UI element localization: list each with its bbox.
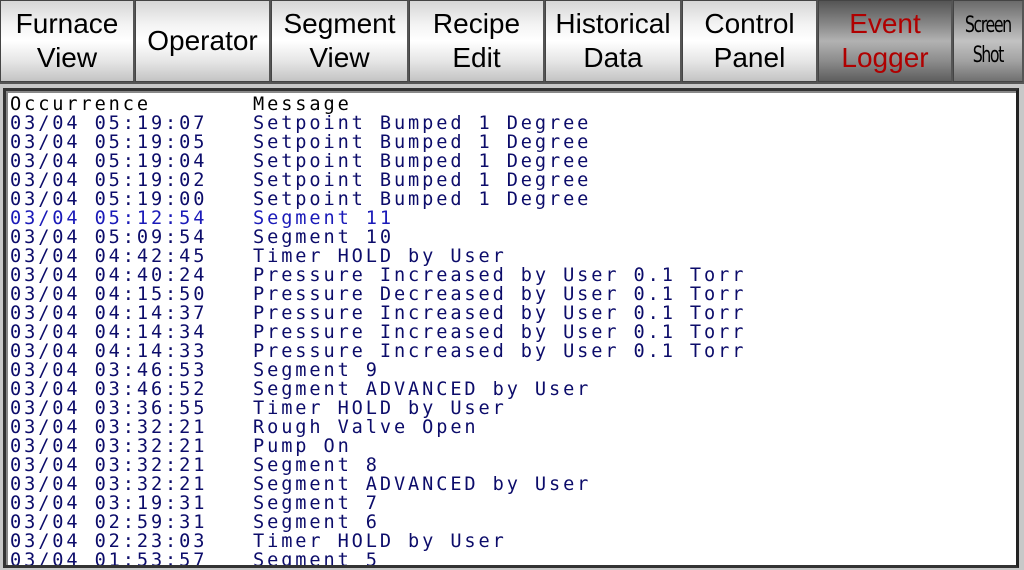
event-log-row[interactable]: 03/04 04:40:24 Pressure Increased by User… <box>10 266 746 285</box>
event-log-row[interactable]: 03/04 03:36:55 Timer HOLD by User <box>10 399 746 418</box>
occurrence-cell: 03/04 04:42:45 <box>10 246 208 267</box>
message-cell: Segment 11 <box>253 208 394 229</box>
event-log-row[interactable]: 03/04 05:12:54 Segment 11 <box>10 209 746 228</box>
control-panel-button[interactable]: Control Panel <box>682 0 818 82</box>
occurrence-cell: 03/04 05:19:07 <box>10 113 208 134</box>
occurrence-cell: 03/04 03:46:52 <box>10 379 208 400</box>
occurrence-cell: 03/04 05:12:54 <box>10 208 208 229</box>
message-cell: Pressure Increased by User 0.1 Torr <box>253 341 747 362</box>
event-log-row[interactable]: 03/04 02:23:03 Timer HOLD by User <box>10 532 746 551</box>
occurrence-cell: 03/04 05:19:05 <box>10 132 208 153</box>
message-cell: Setpoint Bumped 1 Degree <box>253 132 592 153</box>
message-cell: Setpoint Bumped 1 Degree <box>253 189 592 210</box>
recipe-edit-button[interactable]: Recipe Edit <box>409 0 545 82</box>
occurrence-cell: 03/04 02:59:31 <box>10 512 208 533</box>
message-cell: Segment 10 <box>253 227 394 248</box>
event-log-frame: Occurrence Message 03/04 05:19:07 Setpoin… <box>0 82 1024 570</box>
message-cell: Timer HOLD by User <box>253 398 507 419</box>
occurrence-cell: 03/04 05:09:54 <box>10 227 208 248</box>
segment-view-button[interactable]: Segment View <box>271 0 409 82</box>
occurrence-cell: 03/04 03:32:21 <box>10 417 208 438</box>
event-log-row[interactable]: 03/04 01:53:57 Segment 5 <box>10 550 746 568</box>
message-cell: Segment 9 <box>253 360 380 381</box>
event-log-row[interactable]: 03/04 03:32:21 Pump On <box>10 437 746 456</box>
nav-bar: Furnace View Operator Segment View Recip… <box>0 0 1024 82</box>
screen-shot-button[interactable]: Screen Shot <box>953 0 1024 82</box>
event-log-row[interactable]: 03/04 03:32:21 Segment ADVANCED by User <box>10 475 746 494</box>
occurrence-cell: 03/04 04:14:34 <box>10 322 208 343</box>
occurrence-cell: 03/04 03:19:31 <box>10 493 208 514</box>
occurrence-cell: 03/04 03:32:21 <box>10 474 208 495</box>
operator-button[interactable]: Operator <box>135 0 271 82</box>
occurrence-cell: 03/04 02:23:03 <box>10 531 208 552</box>
occurrence-cell: 03/04 03:32:21 <box>10 455 208 476</box>
occurrence-column-header: Occurrence <box>10 94 151 115</box>
event-log-row[interactable]: 03/04 05:19:02 Setpoint Bumped 1 Degree <box>10 171 746 190</box>
event-log-header: Occurrence Message <box>10 95 746 114</box>
message-cell: Segment ADVANCED by User <box>253 379 592 400</box>
message-cell: Timer HOLD by User <box>253 246 507 267</box>
event-log-row[interactable]: 03/04 05:09:54 Segment 10 <box>10 228 746 247</box>
message-column-header: Message <box>253 94 352 115</box>
message-cell: Pressure Increased by User 0.1 Torr <box>253 265 747 286</box>
occurrence-cell: 03/04 03:36:55 <box>10 398 208 419</box>
message-cell: Timer HOLD by User <box>253 531 507 552</box>
message-cell: Segment ADVANCED by User <box>253 474 592 495</box>
event-log-row[interactable]: 03/04 04:14:34 Pressure Increased by User… <box>10 323 746 342</box>
occurrence-cell: 03/04 01:53:57 <box>10 550 208 568</box>
occurrence-cell: 03/04 05:19:02 <box>10 170 208 191</box>
event-log-row[interactable]: 03/04 03:32:21 Segment 8 <box>10 456 746 475</box>
event-log-row[interactable]: 03/04 04:42:45 Timer HOLD by User <box>10 247 746 266</box>
occurrence-cell: 03/04 04:14:37 <box>10 303 208 324</box>
occurrence-cell: 03/04 04:14:33 <box>10 341 208 362</box>
event-log-row[interactable]: 03/04 04:14:33 Pressure Increased by User… <box>10 342 746 361</box>
occurrence-cell: 03/04 03:46:53 <box>10 360 208 381</box>
message-cell: Segment 6 <box>253 512 380 533</box>
message-cell: Pressure Increased by User 0.1 Torr <box>253 322 747 343</box>
furnace-view-button[interactable]: Furnace View <box>0 0 135 82</box>
message-cell: Setpoint Bumped 1 Degree <box>253 113 592 134</box>
historical-data-button[interactable]: Historical Data <box>545 0 682 82</box>
event-log-row[interactable]: 03/04 05:19:05 Setpoint Bumped 1 Degree <box>10 133 746 152</box>
occurrence-cell: 03/04 04:40:24 <box>10 265 208 286</box>
message-cell: Segment 7 <box>253 493 380 514</box>
event-log-panel[interactable]: Occurrence Message 03/04 05:19:07 Setpoin… <box>3 88 1019 568</box>
message-cell: Segment 8 <box>253 455 380 476</box>
event-logger-button[interactable]: Event Logger <box>818 0 953 82</box>
message-cell: Setpoint Bumped 1 Degree <box>253 170 592 191</box>
event-log-row[interactable]: 03/04 03:19:31 Segment 7 <box>10 494 746 513</box>
event-log-row[interactable]: 03/04 04:15:50 Pressure Decreased by User… <box>10 285 746 304</box>
occurrence-cell: 03/04 05:19:04 <box>10 151 208 172</box>
event-log-row[interactable]: 03/04 03:32:21 Rough Valve Open <box>10 418 746 437</box>
message-cell: Segment 5 <box>253 550 380 568</box>
message-cell: Setpoint Bumped 1 Degree <box>253 151 592 172</box>
event-log-table: Occurrence Message 03/04 05:19:07 Setpoin… <box>10 95 746 568</box>
event-log-row[interactable]: 03/04 04:14:37 Pressure Increased by User… <box>10 304 746 323</box>
message-cell: Pump On <box>253 436 352 457</box>
occurrence-cell: 03/04 04:15:50 <box>10 284 208 305</box>
event-log-row[interactable]: 03/04 03:46:53 Segment 9 <box>10 361 746 380</box>
event-log-row[interactable]: 03/04 05:19:07 Setpoint Bumped 1 Degree <box>10 114 746 133</box>
message-cell: Rough Valve Open <box>253 417 479 438</box>
message-cell: Pressure Increased by User 0.1 Torr <box>253 303 747 324</box>
screen-shot-label: Screen Shot <box>965 13 1012 68</box>
event-log-row[interactable]: 03/04 05:19:04 Setpoint Bumped 1 Degree <box>10 152 746 171</box>
event-log-row[interactable]: 03/04 05:19:00 Setpoint Bumped 1 Degree <box>10 190 746 209</box>
message-cell: Pressure Decreased by User 0.1 Torr <box>253 284 747 305</box>
occurrence-cell: 03/04 03:32:21 <box>10 436 208 457</box>
occurrence-cell: 03/04 05:19:00 <box>10 189 208 210</box>
event-log-row[interactable]: 03/04 02:59:31 Segment 6 <box>10 513 746 532</box>
event-log-row[interactable]: 03/04 03:46:52 Segment ADVANCED by User <box>10 380 746 399</box>
